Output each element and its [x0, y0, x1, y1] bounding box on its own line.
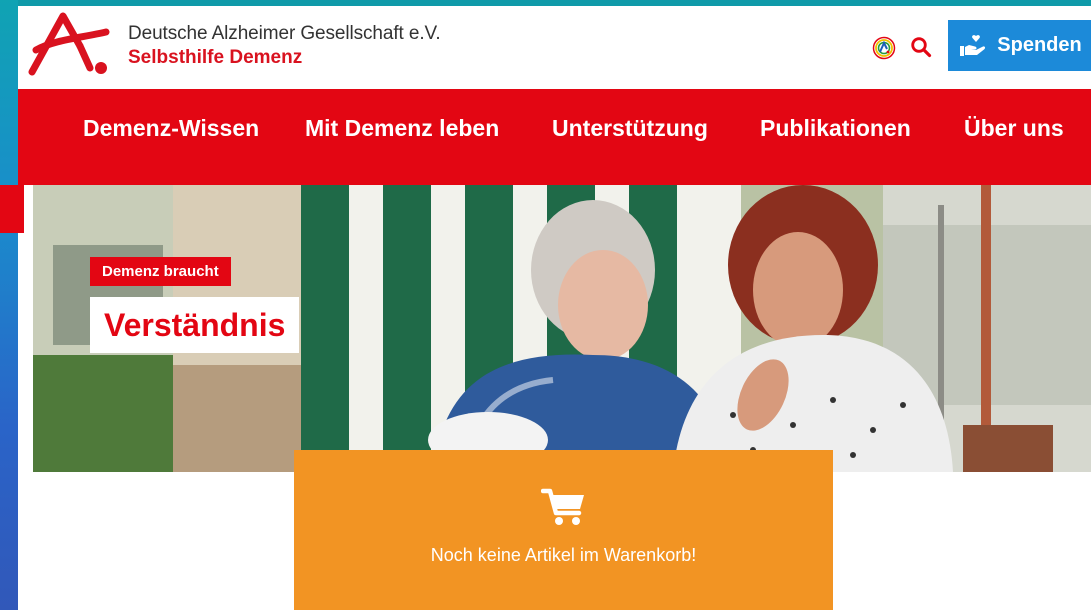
hero-title: Verständnis: [90, 297, 300, 353]
language-icon[interactable]: [872, 36, 896, 60]
cart-panel: Noch keine Artikel im Warenkorb!: [294, 450, 833, 610]
cart-empty-message: Noch keine Artikel im Warenkorb!: [430, 545, 697, 565]
brand-text[interactable]: Deutsche Alzheimer Gesellschaft e.V. Sel…: [128, 23, 441, 69]
nav-item-mit-demenz-leben[interactable]: Mit Demenz leben: [305, 115, 499, 142]
nav-item-unterstuetzung[interactable]: Unterstützung: [552, 115, 708, 142]
hero-banner: Demenz braucht Verständnis: [33, 185, 1091, 472]
nav-item-demenz-wissen[interactable]: Demenz-Wissen: [83, 115, 259, 142]
nav-item-ueber-uns[interactable]: Über uns: [964, 115, 1064, 142]
left-window-edge: [0, 0, 18, 610]
org-subtitle: Selbsthilfe Demenz: [128, 46, 303, 68]
donate-hand-heart-icon: [960, 34, 986, 56]
search-icon[interactable]: [910, 36, 932, 58]
logo-icon[interactable]: [28, 10, 110, 82]
shopping-cart-icon[interactable]: [540, 487, 587, 527]
site-header: Deutsche Alzheimer Gesellschaft e.V. Sel…: [18, 6, 1091, 89]
nav-edge-tab: [0, 185, 24, 233]
org-name: Deutsche Alzheimer Gesellschaft e.V.: [128, 23, 441, 44]
hero-kicker: Demenz braucht: [90, 257, 231, 286]
nav-item-publikationen[interactable]: Publikationen: [760, 115, 911, 142]
donate-button[interactable]: Spenden: [948, 20, 1091, 71]
donate-label: Spenden: [997, 34, 1082, 56]
main-navigation: Demenz-Wissen Mit Demenz leben Unterstüt…: [18, 89, 1091, 185]
